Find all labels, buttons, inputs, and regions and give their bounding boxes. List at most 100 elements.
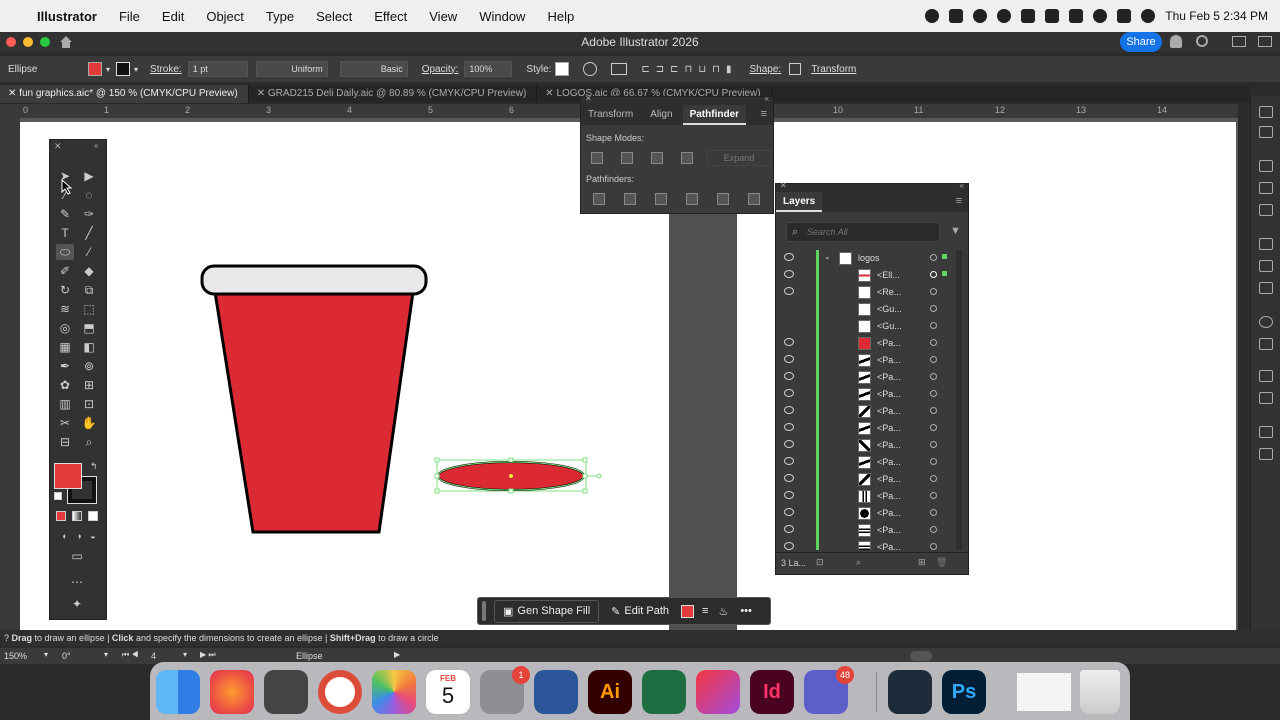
- tab-pathfinder[interactable]: Pathfinder: [682, 105, 747, 125]
- close-icon[interactable]: ✕: [8, 88, 19, 99]
- search-icon[interactable]: [1093, 9, 1108, 23]
- stroke-icon[interactable]: ≡: [702, 605, 708, 617]
- align-to-icon[interactable]: [611, 63, 628, 75]
- layer-row[interactable]: <Pa...: [776, 471, 956, 488]
- artboard-tool-icon[interactable]: ⊡: [80, 396, 98, 412]
- cup-lid[interactable]: [200, 264, 428, 296]
- collapse-icon[interactable]: «: [765, 94, 769, 103]
- handle[interactable]: [434, 457, 440, 463]
- panel-menu-icon[interactable]: ≡: [761, 108, 767, 120]
- recolor-icon[interactable]: [583, 62, 598, 76]
- target-icon[interactable]: [930, 390, 937, 397]
- layer-row[interactable]: <Pa...: [776, 454, 956, 471]
- chevron-right-icon[interactable]: ▶: [394, 650, 400, 659]
- menu-select[interactable]: Select: [305, 9, 363, 24]
- target-icon[interactable]: [930, 492, 937, 499]
- handle[interactable]: [582, 473, 588, 479]
- locate-object-icon[interactable]: ⊡: [816, 557, 824, 568]
- layer-row-logos[interactable]: ⌄ logos: [776, 250, 956, 267]
- target-icon[interactable]: [930, 526, 937, 533]
- eye-icon[interactable]: [784, 406, 794, 414]
- layer-row[interactable]: <Pa...: [776, 437, 956, 454]
- fill-swatch[interactable]: [681, 604, 695, 618]
- target-icon[interactable]: [930, 441, 937, 448]
- appearance-icon[interactable]: [1259, 316, 1273, 328]
- teams-icon[interactable]: 48: [804, 666, 854, 714]
- recent-document-thumbnail[interactable]: [1016, 672, 1072, 712]
- fill-swatch[interactable]: [88, 62, 102, 76]
- eye-icon[interactable]: [784, 508, 794, 516]
- unite-icon[interactable]: [591, 152, 603, 164]
- excel-icon[interactable]: [642, 670, 686, 714]
- opacity-label[interactable]: Opacity:: [422, 64, 459, 75]
- scale-tool-icon[interactable]: ⧉: [80, 282, 98, 298]
- stroke-swatch[interactable]: [116, 62, 131, 76]
- layers-search[interactable]: ⌕: [786, 222, 940, 242]
- menu-type[interactable]: Type: [255, 9, 305, 24]
- rotation-value[interactable]: 0°: [62, 651, 71, 661]
- workspace-icon[interactable]: [1232, 36, 1246, 47]
- arrange-icon[interactable]: [1258, 36, 1272, 47]
- eye-icon[interactable]: [784, 372, 794, 380]
- shape-builder-icon[interactable]: ◎: [56, 320, 74, 336]
- gradient-tool-icon[interactable]: ◧: [80, 339, 98, 355]
- layer-row[interactable]: <Re...: [776, 284, 956, 301]
- artboards-icon[interactable]: [1259, 370, 1273, 382]
- search-icon[interactable]: [1196, 35, 1208, 47]
- brush-definition[interactable]: Basic: [339, 61, 408, 77]
- menu-effect[interactable]: Effect: [363, 9, 418, 24]
- handle[interactable]: [434, 473, 440, 479]
- curvature-tool-icon[interactable]: ✑: [80, 206, 98, 222]
- generative-icon[interactable]: ✦: [68, 596, 86, 612]
- close-icon[interactable]: ✕: [545, 88, 556, 99]
- eye-icon[interactable]: [784, 338, 794, 346]
- merge-icon[interactable]: [655, 193, 667, 205]
- transparency-icon[interactable]: [1259, 282, 1273, 294]
- selection-indicator[interactable]: [942, 254, 947, 259]
- tab-layers[interactable]: Layers: [776, 192, 823, 212]
- indesign-icon[interactable]: Id: [750, 670, 794, 714]
- layers-scrollbar[interactable]: [956, 250, 962, 550]
- illustrator-icon[interactable]: Ai: [588, 670, 632, 714]
- more-options-icon[interactable]: •••: [740, 605, 752, 617]
- eye-icon[interactable]: [784, 389, 794, 397]
- layer-row[interactable]: <Pa...: [776, 522, 956, 539]
- more-tools-icon[interactable]: ⋯: [68, 574, 86, 590]
- direct-selection-tool-icon[interactable]: ▶: [80, 168, 98, 184]
- layer-row[interactable]: <Pa...: [776, 505, 956, 522]
- selection-indicator[interactable]: [942, 271, 947, 276]
- next-artboard-icon[interactable]: ▶ ⏭: [200, 650, 216, 660]
- close-icon[interactable]: ✕: [780, 181, 787, 190]
- lasso-icon[interactable]: ◌: [80, 187, 98, 203]
- zoom-level[interactable]: 150%: [4, 651, 27, 661]
- crop-icon[interactable]: [686, 193, 698, 205]
- gradient-icon[interactable]: [1259, 260, 1273, 272]
- gen-shape-fill-button[interactable]: ▣ Gen Shape Fill: [494, 599, 600, 623]
- layer-row[interactable]: <Gu...: [776, 318, 956, 335]
- swap-colors-icon[interactable]: ↰: [90, 461, 98, 472]
- eye-icon[interactable]: [784, 491, 794, 499]
- target-icon[interactable]: [930, 288, 937, 295]
- control-center-icon[interactable]: [1117, 9, 1132, 23]
- stroke-icon[interactable]: [1259, 238, 1273, 250]
- live-paint-icon[interactable]: ⬒: [80, 320, 98, 336]
- trim-icon[interactable]: [624, 193, 636, 205]
- handle[interactable]: [508, 457, 514, 463]
- line-tool-icon[interactable]: ╱: [80, 225, 98, 241]
- history-icon[interactable]: [1259, 448, 1273, 460]
- zoom-tool-icon[interactable]: ⌕: [80, 434, 98, 450]
- target-icon[interactable]: [930, 475, 937, 482]
- draw-inside-icon[interactable]: ◒: [84, 528, 102, 544]
- creative-cloud-icon[interactable]: [997, 9, 1012, 23]
- symbol-tool-icon[interactable]: ⊞: [80, 377, 98, 393]
- slice-tool-icon[interactable]: ✂: [56, 415, 74, 431]
- system-settings-icon[interactable]: 1: [480, 666, 530, 714]
- siri-icon[interactable]: [1141, 9, 1156, 23]
- target-icon[interactable]: [930, 424, 937, 431]
- edit-path-button[interactable]: ✎ Edit Path: [605, 601, 675, 622]
- chevron-down-icon[interactable]: ▾: [183, 650, 187, 659]
- chevron-down-icon[interactable]: ▾: [104, 650, 108, 659]
- menu-edit[interactable]: Edit: [151, 9, 195, 24]
- shape-icon[interactable]: [789, 63, 802, 75]
- target-icon[interactable]: [930, 356, 937, 363]
